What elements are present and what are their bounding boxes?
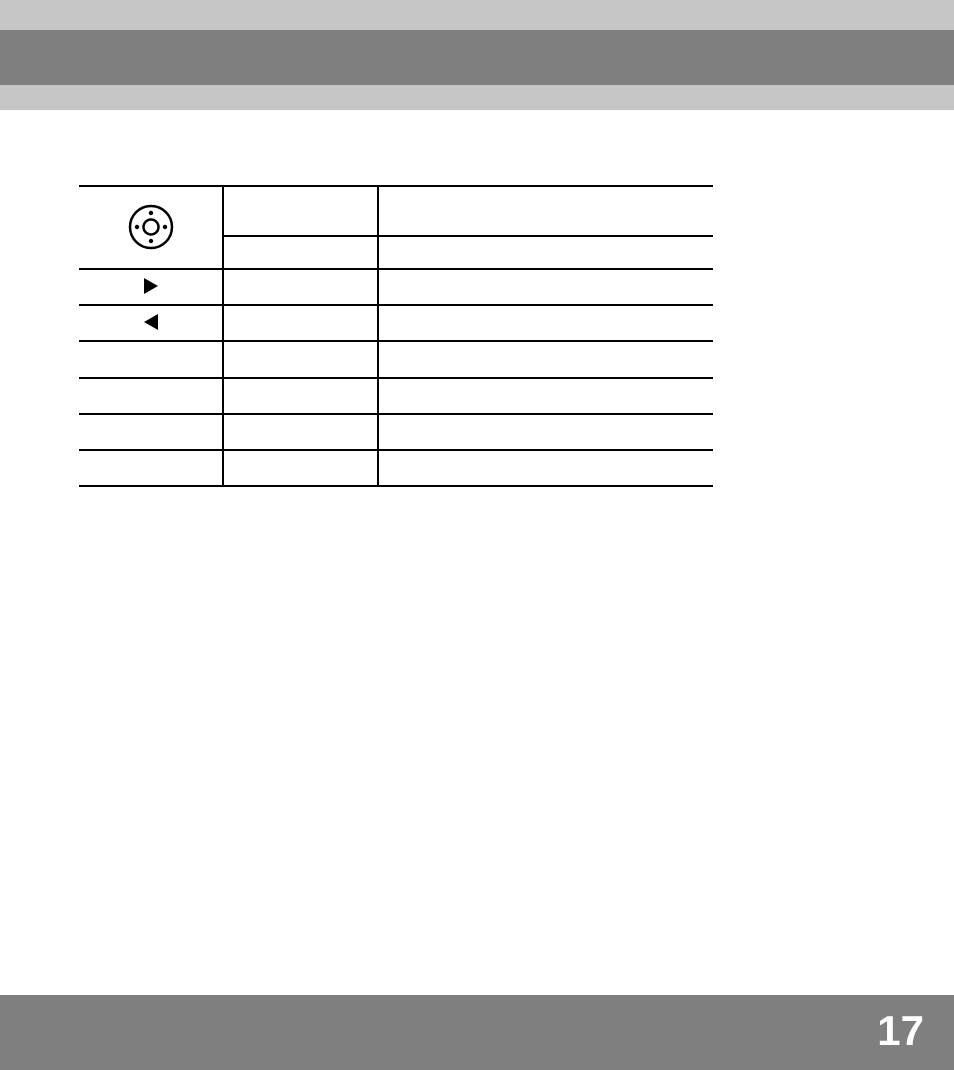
reference-table — [79, 185, 713, 487]
table-cell — [377, 377, 713, 413]
table-cell — [377, 304, 713, 340]
header-band-light-bottom — [0, 85, 954, 110]
table-cell — [377, 185, 713, 235]
table-cell — [377, 235, 713, 268]
table-cell — [222, 413, 377, 449]
table-cell — [222, 340, 377, 377]
triangle-left-icon — [144, 314, 158, 330]
triangle-right-icon — [144, 278, 158, 294]
table-cell — [377, 268, 713, 304]
table-cell — [222, 185, 377, 235]
table-cell — [222, 449, 377, 485]
table-row — [79, 185, 222, 268]
table-cell — [222, 304, 377, 340]
table-cell — [377, 413, 713, 449]
table-cell — [377, 449, 713, 485]
table-cell — [222, 377, 377, 413]
table-row — [79, 268, 222, 304]
table-cell — [222, 268, 377, 304]
table-cell — [222, 235, 377, 268]
selector-icon — [127, 203, 175, 251]
table-rule-h — [79, 485, 713, 487]
header-band-light-top — [0, 0, 954, 30]
header-band-dark — [0, 30, 954, 85]
table-row — [79, 413, 222, 449]
footer-bar: 17 — [0, 995, 954, 1070]
table-row — [79, 340, 222, 377]
table-row — [79, 304, 222, 340]
table-row — [79, 377, 222, 413]
table-row — [79, 449, 222, 485]
page-number: 17 — [877, 1007, 924, 1055]
table-cell — [377, 340, 713, 377]
